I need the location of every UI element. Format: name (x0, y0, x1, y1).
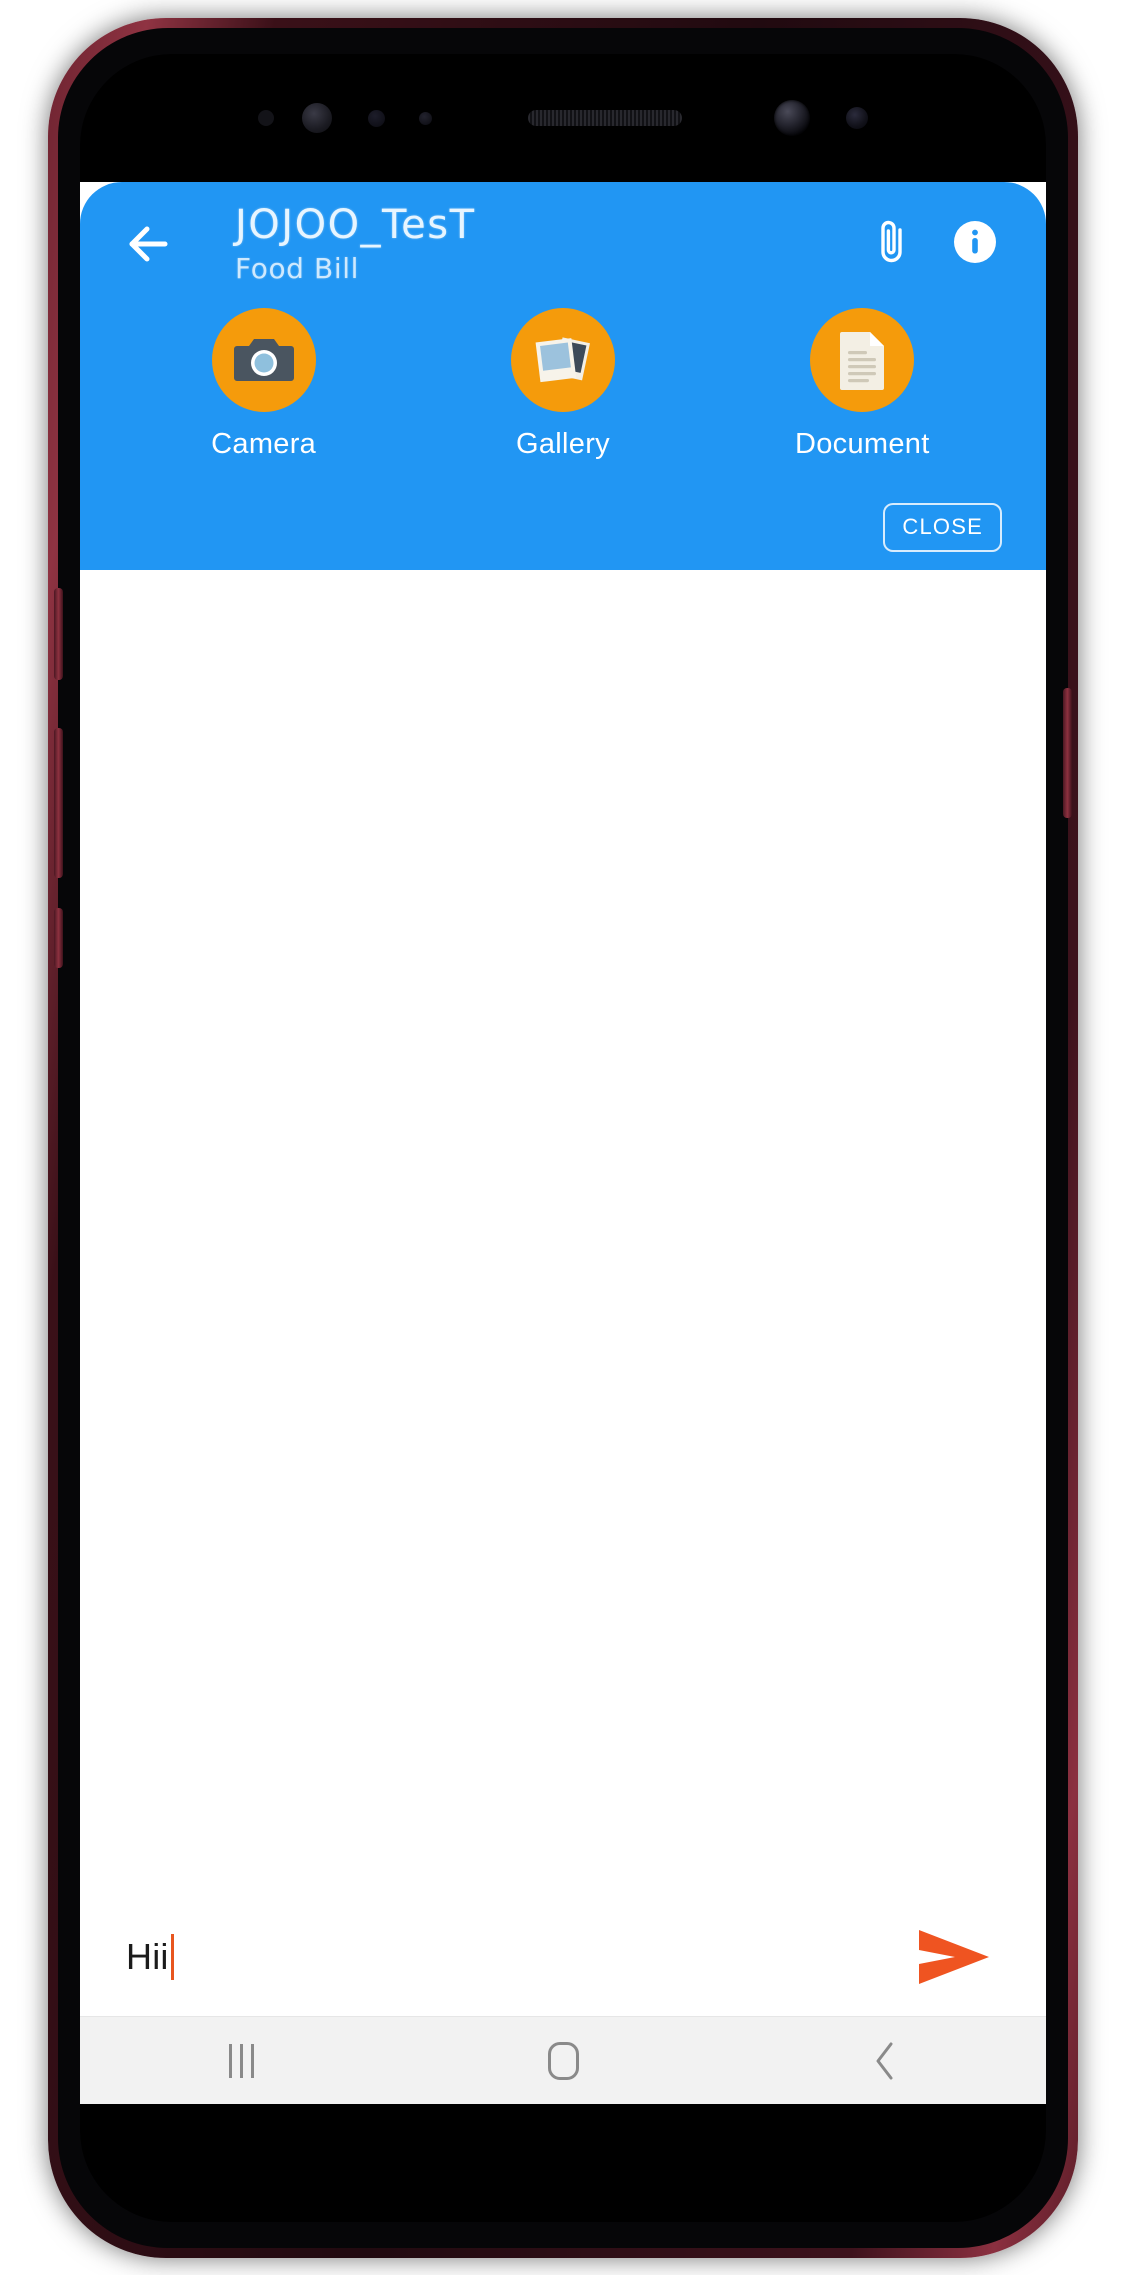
message-input[interactable]: Hii (126, 1898, 906, 2016)
sensor-cluster (80, 54, 1046, 182)
volume-up-button[interactable] (54, 908, 63, 968)
text-cursor (170, 1934, 174, 1980)
info-circle-icon (954, 221, 996, 263)
document-icon (840, 332, 885, 390)
info-button[interactable] (952, 219, 998, 265)
message-composer: Hii (80, 1898, 1046, 2016)
bixby-button[interactable] (54, 588, 63, 680)
attach-option-label: Gallery (516, 428, 610, 460)
attach-button[interactable] (868, 216, 916, 268)
attach-option-gallery[interactable]: Gallery (458, 308, 668, 461)
nav-back-button[interactable] (810, 2017, 960, 2105)
iris-scanner-icon (302, 103, 332, 133)
paperclip-icon (881, 220, 902, 263)
back-arrow-button[interactable] (122, 216, 178, 272)
attach-option-label: Camera (211, 428, 317, 460)
back-arrow-icon (129, 226, 168, 262)
app-bar-actions (868, 216, 998, 268)
page-title: JOJOO_TesT (235, 202, 476, 248)
power-button[interactable] (1063, 688, 1072, 818)
camera-tile-circle (211, 308, 316, 412)
message-list[interactable] (80, 570, 1046, 1884)
earpiece-speaker (528, 110, 682, 126)
attach-option-label: Document (795, 428, 930, 460)
front-camera-icon (774, 100, 810, 136)
volume-down-button[interactable] (54, 728, 63, 878)
phone-frame: JOJOO_TesT Food Bill Camera Gallery Docu… (48, 18, 1078, 2258)
app-bar: JOJOO_TesT Food Bill (80, 182, 1046, 310)
proximity-sensor-icon (258, 110, 274, 126)
nav-recents-button[interactable] (166, 2017, 316, 2105)
phone-screen: JOJOO_TesT Food Bill Camera Gallery Docu… (80, 54, 1046, 2222)
nav-home-button[interactable] (488, 2017, 638, 2105)
android-nav-bar (80, 2016, 1046, 2104)
document-tile-circle (810, 308, 915, 412)
title-block: JOJOO_TesT Food Bill (235, 202, 476, 285)
light-sensor-icon (368, 109, 385, 127)
home-icon (547, 2041, 579, 2080)
send-button[interactable] (906, 1909, 1002, 2005)
message-input-value: Hii (126, 1936, 169, 1977)
send-arrow-icon (919, 1930, 989, 1984)
attachment-panel: JOJOO_TesT Food Bill Camera Gallery Docu… (80, 182, 1046, 570)
camera-icon (233, 339, 294, 381)
close-button[interactable]: CLOSE (883, 503, 1002, 552)
attach-option-document[interactable]: Document (757, 308, 967, 461)
phone-body: JOJOO_TesT Food Bill Camera Gallery Docu… (54, 28, 1072, 2248)
led-indicator-icon (419, 111, 432, 125)
close-row: CLOSE (883, 503, 1002, 552)
front-sensor-icon (846, 107, 868, 129)
attachment-options: Camera Gallery Document (80, 308, 1046, 461)
gallery-tile-circle (510, 308, 615, 412)
back-icon (876, 2042, 893, 2079)
page-subtitle: Food Bill (235, 252, 359, 285)
app-viewport: JOJOO_TesT Food Bill Camera Gallery Docu… (80, 182, 1046, 2104)
attach-option-camera[interactable]: Camera (159, 308, 369, 461)
recents-icon (228, 2043, 254, 2078)
photos-icon (535, 337, 590, 383)
